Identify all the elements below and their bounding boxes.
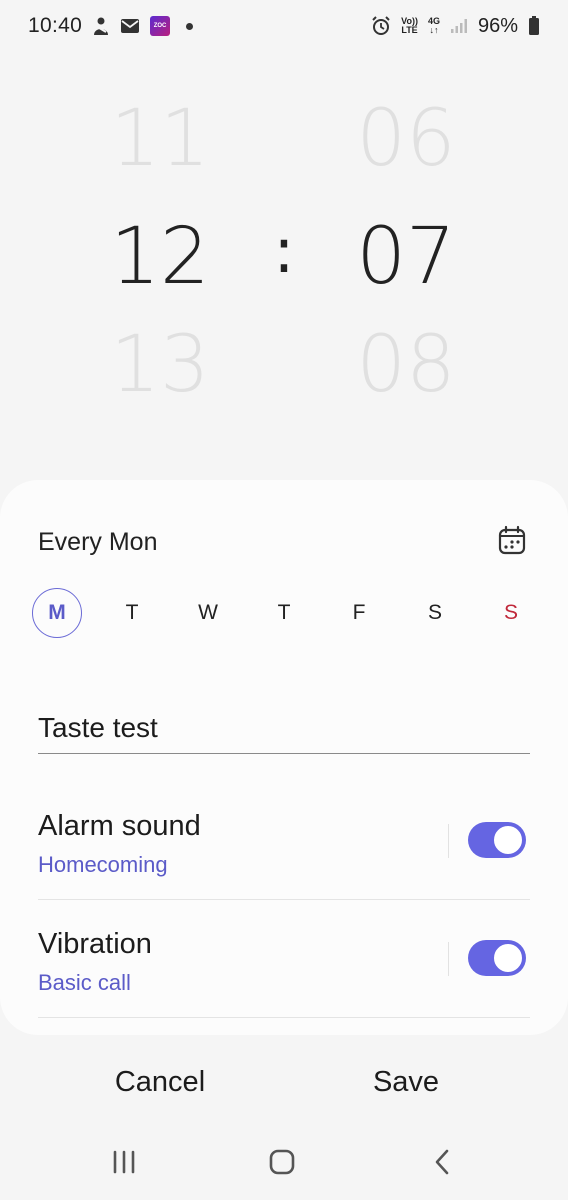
save-button[interactable]: Save bbox=[306, 1058, 506, 1106]
home-button[interactable] bbox=[262, 1144, 302, 1180]
data-4g-bottom: ↓↑ bbox=[429, 25, 439, 35]
calendar-icon bbox=[498, 525, 526, 555]
list-divider bbox=[38, 1017, 530, 1018]
vibration-toggle[interactable] bbox=[468, 940, 526, 976]
cancel-button[interactable]: Cancel bbox=[60, 1058, 260, 1106]
row-divider bbox=[448, 942, 449, 976]
weekday-selector: M T W T F S S bbox=[32, 588, 532, 638]
home-icon bbox=[269, 1149, 295, 1175]
vibration-value: Basic call bbox=[38, 970, 131, 995]
row-divider bbox=[448, 824, 449, 858]
day-tuesday[interactable]: T bbox=[107, 588, 157, 638]
bixby-icon bbox=[92, 16, 110, 36]
volte-bottom: LTE bbox=[401, 25, 418, 35]
action-bar: Cancel Save bbox=[0, 1050, 568, 1114]
alarm-name-input[interactable] bbox=[38, 702, 530, 754]
recents-icon bbox=[113, 1150, 135, 1174]
minute-next[interactable]: 08 bbox=[336, 326, 476, 404]
hour-next[interactable]: 13 bbox=[90, 326, 230, 404]
battery-percent: 96% bbox=[477, 14, 518, 37]
hour-selected[interactable]: 12 bbox=[90, 218, 230, 296]
alarm-clock-icon bbox=[371, 16, 391, 36]
day-thursday[interactable]: T bbox=[259, 588, 309, 638]
minute-previous[interactable]: 06 bbox=[336, 100, 476, 178]
day-saturday[interactable]: S bbox=[410, 588, 460, 638]
vibration-title: Vibration bbox=[38, 928, 152, 960]
status-left: 10:40 ZOC bbox=[28, 14, 194, 38]
hour-previous[interactable]: 11 bbox=[90, 100, 230, 178]
time-separator: : bbox=[273, 214, 295, 287]
recents-button[interactable] bbox=[104, 1144, 144, 1180]
data-4g-icon: 4G ↓↑ bbox=[428, 17, 440, 35]
alarm-sound-title: Alarm sound bbox=[38, 810, 201, 842]
alarm-sound-value: Homecoming bbox=[38, 852, 168, 877]
toggle-knob bbox=[493, 943, 523, 973]
repeat-summary: Every Mon bbox=[38, 528, 158, 556]
alarm-settings-card: Every Mon M T W T F S S Alarm sound Home… bbox=[0, 480, 568, 1035]
day-sunday[interactable]: S bbox=[486, 588, 536, 638]
minute-selected[interactable]: 07 bbox=[336, 218, 476, 296]
app-notification-icon: ZOC bbox=[150, 16, 171, 36]
day-wednesday[interactable]: W bbox=[183, 588, 233, 638]
back-button[interactable] bbox=[422, 1144, 462, 1180]
time-picker[interactable]: 11 12 13 : 06 07 08 bbox=[0, 90, 568, 420]
vibration-row[interactable]: Vibration Basic call bbox=[38, 900, 530, 1018]
calendar-button[interactable] bbox=[496, 524, 528, 556]
alarm-sound-row[interactable]: Alarm sound Homecoming bbox=[38, 782, 530, 900]
back-icon bbox=[435, 1149, 449, 1175]
navigation-bar bbox=[0, 1130, 568, 1194]
volte-icon: Vo)) LTE bbox=[401, 17, 418, 35]
status-bar: 10:40 ZOC Vo)) LTE 4G ↓↑ 96% bbox=[0, 0, 568, 52]
mail-icon bbox=[120, 18, 140, 34]
status-time: 10:40 bbox=[28, 14, 83, 37]
alarm-sound-toggle[interactable] bbox=[468, 822, 526, 858]
battery-icon bbox=[528, 16, 540, 36]
signal-icon bbox=[450, 18, 468, 34]
status-right: Vo)) LTE 4G ↓↑ 96% bbox=[371, 15, 540, 38]
day-friday[interactable]: F bbox=[334, 588, 384, 638]
toggle-knob bbox=[493, 825, 523, 855]
more-notifications-dot bbox=[186, 22, 194, 30]
day-monday[interactable]: M bbox=[32, 588, 82, 638]
